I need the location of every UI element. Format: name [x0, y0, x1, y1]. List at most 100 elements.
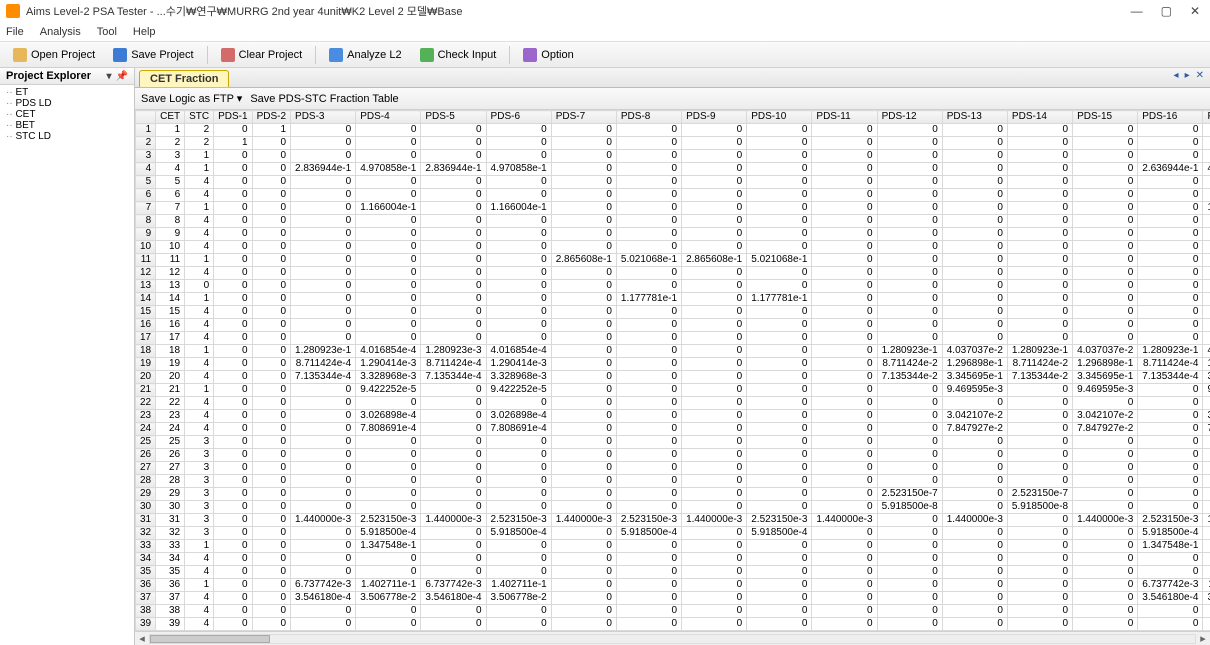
cell[interactable]: 0 — [812, 345, 877, 358]
cell[interactable]: 0 — [356, 176, 421, 189]
cell[interactable]: 0 — [551, 124, 616, 137]
cell[interactable]: 0 — [252, 501, 290, 514]
cell[interactable]: 0 — [747, 410, 812, 423]
cell[interactable]: 0 — [1007, 566, 1072, 579]
cell[interactable]: 0 — [877, 605, 942, 618]
cell[interactable]: 0 — [1073, 163, 1138, 176]
cell[interactable]: 0 — [421, 410, 486, 423]
cell[interactable]: 0 — [551, 137, 616, 150]
cell[interactable]: 0 — [214, 384, 252, 397]
cell[interactable]: 0 — [616, 150, 681, 163]
row-header[interactable]: 37 — [136, 592, 156, 605]
cell[interactable]: 0 — [682, 475, 747, 488]
cell[interactable]: 0 — [291, 423, 356, 436]
cell[interactable]: 0 — [747, 397, 812, 410]
cell[interactable]: 0 — [877, 332, 942, 345]
row-header[interactable]: 25 — [136, 436, 156, 449]
cell[interactable]: 0 — [942, 267, 1007, 280]
table-row[interactable]: 441002.836944e-14.970858e-12.836944e-14.… — [136, 163, 1210, 176]
cell[interactable]: 1.166004e-1 — [356, 202, 421, 215]
cell[interactable]: 9.469595e-3 — [1073, 384, 1138, 397]
cell[interactable]: 0 — [616, 436, 681, 449]
tree-node-cet[interactable]: CET — [4, 109, 130, 120]
cell[interactable]: 0 — [291, 267, 356, 280]
cell[interactable]: 0 — [486, 280, 551, 293]
cell[interactable]: 5.918500e-4 — [616, 527, 681, 540]
cell[interactable]: 0 — [877, 618, 942, 631]
cell[interactable]: 0 — [942, 449, 1007, 462]
cell[interactable]: 0 — [616, 423, 681, 436]
cell[interactable]: 0 — [486, 241, 551, 254]
cell[interactable]: 0 — [356, 501, 421, 514]
cell[interactable]: 12 — [156, 267, 185, 280]
cell[interactable]: 0 — [616, 475, 681, 488]
cell[interactable]: 0 — [1073, 319, 1138, 332]
cell[interactable]: 0 — [812, 605, 877, 618]
cell[interactable]: 0 — [1203, 618, 1210, 631]
cell[interactable]: 0 — [942, 280, 1007, 293]
column-header[interactable]: PDS-9 — [682, 111, 747, 124]
cell[interactable]: 0 — [877, 540, 942, 553]
cell[interactable]: 9.422252e-5 — [356, 384, 421, 397]
cell[interactable]: 0 — [812, 124, 877, 137]
cell[interactable]: 0 — [682, 566, 747, 579]
cell[interactable]: 0 — [1073, 488, 1138, 501]
cell[interactable]: 0 — [1007, 293, 1072, 306]
cell[interactable]: 0 — [252, 176, 290, 189]
cell[interactable]: 0 — [942, 332, 1007, 345]
cell[interactable]: 0 — [214, 267, 252, 280]
cell[interactable]: 0 — [942, 475, 1007, 488]
cell[interactable]: 0 — [616, 605, 681, 618]
cell[interactable]: 0 — [486, 540, 551, 553]
cell[interactable]: 5.021068e-1 — [616, 254, 681, 267]
cell[interactable]: 0 — [214, 280, 252, 293]
row-header[interactable]: 6 — [136, 189, 156, 202]
cell[interactable]: 0 — [185, 280, 214, 293]
cell[interactable]: 0 — [421, 150, 486, 163]
cell[interactable]: 0 — [551, 319, 616, 332]
cell[interactable]: 0 — [252, 267, 290, 280]
table-row[interactable]: 37374003.546180e-43.506778e-23.546180e-4… — [136, 592, 1210, 605]
cell[interactable]: 0 — [942, 501, 1007, 514]
cell[interactable]: 0 — [747, 241, 812, 254]
cell[interactable]: 2.836944e-1 — [291, 163, 356, 176]
cell[interactable]: 31 — [156, 514, 185, 527]
cell[interactable]: 0 — [421, 293, 486, 306]
cell[interactable]: 0 — [252, 475, 290, 488]
column-header[interactable]: PDS-10 — [747, 111, 812, 124]
cell[interactable]: 0 — [551, 579, 616, 592]
cell[interactable]: 1.166004e-1 — [1203, 202, 1210, 215]
cell[interactable]: 7.847927e-2 — [942, 423, 1007, 436]
cell[interactable]: 1.280923e-1 — [1138, 345, 1203, 358]
cell[interactable]: 0 — [616, 618, 681, 631]
cell[interactable]: 6.737742e-3 — [1138, 579, 1203, 592]
cell[interactable]: 0 — [616, 410, 681, 423]
cell[interactable]: 0 — [291, 137, 356, 150]
table-row[interactable]: 1515400000000000000000000 — [136, 306, 1210, 319]
cell[interactable]: 0 — [551, 605, 616, 618]
cell[interactable]: 9.422252e-5 — [486, 384, 551, 397]
cell[interactable]: 9 — [156, 228, 185, 241]
table-row[interactable]: 66400000000000000000000 — [136, 189, 1210, 202]
cell[interactable]: 0 — [1138, 267, 1203, 280]
cell[interactable]: 2.523150e-7 — [1007, 488, 1072, 501]
cell[interactable]: 0 — [291, 436, 356, 449]
cell[interactable]: 28 — [156, 475, 185, 488]
cell[interactable]: 0 — [877, 163, 942, 176]
cell[interactable]: 0 — [1007, 397, 1072, 410]
table-row[interactable]: 55400000000000000000000 — [136, 176, 1210, 189]
table-row[interactable]: 1010400000000000000000000 — [136, 241, 1210, 254]
column-header[interactable]: PDS-17 — [1203, 111, 1210, 124]
cell[interactable]: 1.347548e-1 — [356, 540, 421, 553]
cell[interactable]: 0 — [1203, 449, 1210, 462]
cell[interactable]: 0 — [551, 267, 616, 280]
cell[interactable]: 3.042107e-2 — [1073, 410, 1138, 423]
cell[interactable]: 0 — [486, 488, 551, 501]
column-header[interactable]: CET — [156, 111, 185, 124]
cell[interactable]: 0 — [1138, 566, 1203, 579]
cell[interactable]: 2.523150e-3 — [1138, 514, 1203, 527]
cell[interactable]: 0 — [747, 267, 812, 280]
cell[interactable]: 1 — [156, 124, 185, 137]
column-header[interactable]: STC — [185, 111, 214, 124]
cell[interactable]: 0 — [421, 605, 486, 618]
